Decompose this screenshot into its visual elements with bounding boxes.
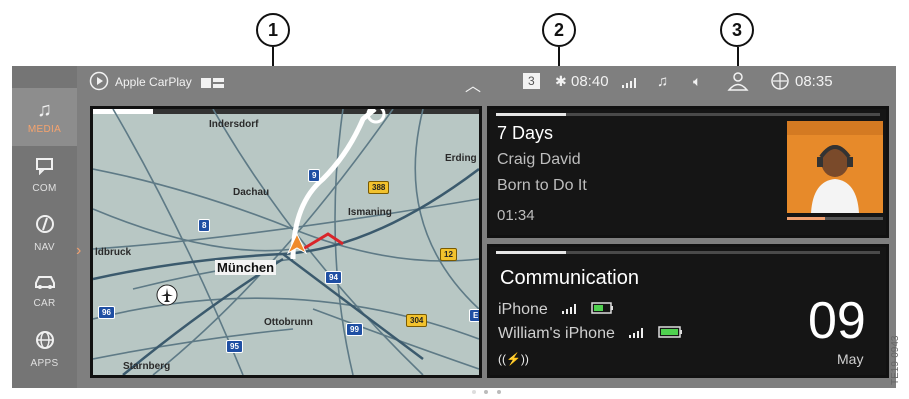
time-left: 08:40 [571,73,609,90]
playback-progress-track[interactable] [787,217,883,220]
sidebar-item-label: APPS [30,357,59,369]
user-profile-icon[interactable] [727,71,749,95]
battery-icon [590,301,615,318]
communication-widget-header-bar [496,251,880,254]
position-arrow-icon [286,233,308,255]
music-note-icon: ♫ [37,99,52,121]
road-shield-94: 94 [325,271,342,284]
device-row-2: William's iPhone [498,325,684,343]
device-name: William's iPhone [498,325,615,342]
sidebar-item-label: COM [32,182,57,194]
connected-services-icon[interactable] [770,71,790,95]
map-label-indersdorf: Indersdorf [209,119,259,130]
channel-badge: 3 [523,73,540,89]
compass-icon [35,214,55,239]
track-title: 7 Days [497,123,554,143]
sidebar-item-label: NAV [34,241,55,253]
callout-2: 2 [542,13,576,47]
map-label-ottobrunn: Ottobrunn [264,317,313,328]
road-shield-12: 12 [440,248,457,261]
page-dot [496,390,501,394]
track-elapsed-time: 01:34 [497,207,535,224]
calendar-day: 09 [808,292,866,350]
playback-progress-fill [787,217,826,220]
carplay-label[interactable]: Apple CarPlay [115,75,192,89]
road-shield-99: 99 [346,323,363,336]
volume-icon[interactable]: 🔈︎ [693,73,701,90]
signal-bars-icon [622,75,640,92]
callout-3: 3 [720,13,754,47]
media-source-icon[interactable]: ♫ [657,73,668,90]
road-shield-8: 8 [198,219,211,232]
album-cover[interactable] [787,121,883,213]
page-indicator[interactable] [470,381,503,399]
no-signal-icon: ✱ [555,73,567,89]
page-dot [484,390,489,394]
road-shield-e: E [469,309,479,322]
media-widget[interactable]: 7 Days Craig David Born to Do It 01:34 [487,106,889,238]
figure-code: TE19-0943 [890,335,901,385]
road-shield-388: 388 [368,181,390,194]
carplay-play-icon[interactable] [89,71,109,95]
airport-icon [156,284,178,306]
signal-bars-icon [629,325,653,342]
album-cover-art [787,121,883,213]
road-shield-95: 95 [226,340,243,353]
track-artist: Craig David [497,151,581,168]
map-label-ismaning: Ismaning [348,207,392,218]
communication-widget[interactable]: Communication iPhone William's iPhone ((… [487,244,889,378]
road-shield-304: 304 [406,314,428,327]
car-icon [34,273,56,295]
map-label-dachau: Dachau [233,187,270,198]
navigation-map-widget[interactable]: Indersdorf Erding Dachau Ismaning Münche… [90,106,482,378]
split-screen-icon[interactable] [201,76,225,93]
chevron-up-icon[interactable]: ︿ [465,72,481,96]
road-shield-96: 96 [98,306,115,319]
sidebar-item-label: CAR [33,298,56,309]
communication-heading: Communication [500,267,639,289]
sidebar-item-apps[interactable]: APPS [12,320,77,378]
device-row-1: iPhone [498,301,615,319]
emergency-call-icon[interactable]: ((⚡)) [498,352,529,366]
battery-icon [658,325,684,342]
track-album: Born to Do It [497,177,587,194]
map-label-starnberg: Starnberg [123,361,171,372]
signal-bars-icon [562,301,586,318]
sidebar-item-label: MEDIA [27,124,62,135]
calendar-month: May [837,351,864,367]
road-shield-9: 9 [308,169,321,182]
time-right: 08:35 [795,73,833,90]
map-label-fuerstenfeldbruck: ldbruck [95,247,132,258]
map-label-erding: Erding [445,153,477,164]
map-label-muenchen: München [215,260,277,275]
status-bar: Apple CarPlay ︿ 3 ✱ 08:40 ♫ 🔈︎ 08:35 [77,66,896,98]
callout-1: 1 [256,13,290,47]
apps-globe-icon [35,330,55,355]
infotainment-screen: ♫ MEDIA COM NAV CAR APPS › Apple CarPlay… [12,66,896,394]
sidebar-item-com[interactable]: COM [12,146,77,204]
media-widget-header-bar [496,113,880,116]
sidebar-item-car[interactable]: CAR [12,262,77,320]
page-dot [472,390,476,394]
map-expand-chevron-icon[interactable]: › [76,242,81,260]
sidebar: ♫ MEDIA COM NAV CAR APPS [12,66,77,388]
device-name: iPhone [498,301,548,318]
sidebar-item-nav[interactable]: NAV [12,204,77,262]
sidebar-item-media[interactable]: ♫ MEDIA [12,88,77,146]
message-icon [35,157,55,180]
